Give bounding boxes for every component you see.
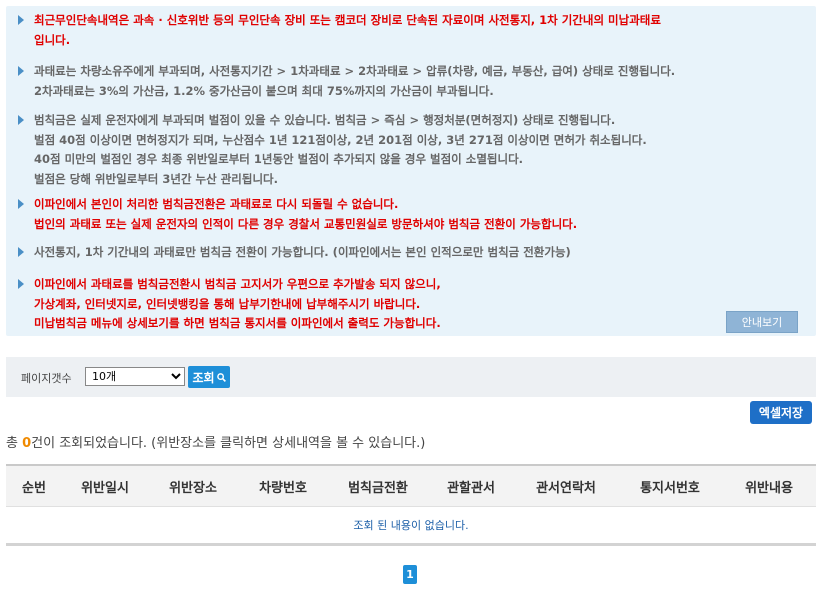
page-size-select[interactable]: 10개 xyxy=(85,367,185,386)
notice-line: 법인의 과태료 또는 실제 운전자의 인적이 다른 경우 경찰서 교통민원실로 … xyxy=(34,216,578,231)
notice-item: 이파인에서 과태료를 범칙금전환시 범칙금 고지서가 우편으로 추가발송 되지 … xyxy=(18,275,441,334)
notice-line: 최근무인단속내역은 과속 · 신호위반 등의 무인단속 장비 또는 캠코더 장비… xyxy=(34,13,661,27)
notice-line: 40점 미만의 벌점인 경우 최종 위반일로부터 1년동안 벌점이 추가되지 않… xyxy=(34,152,524,166)
empty-message: 조회 된 내용이 없습니다. xyxy=(6,507,816,546)
notice-line: 이파인에서 본인이 처리한 범칙금전환은 과태료로 다시 되돌릴 수 없습니다. xyxy=(34,197,399,211)
notice-item: 과태료는 차량소유주에게 부과되며, 사전통지기간 > 1차과태료 > 2차과태… xyxy=(18,62,675,101)
violation-table: 순번 위반일시 위반장소 차량번호 범칙금전환 관할관서 관서연락처 통지서번호… xyxy=(6,464,816,546)
bullet-arrow-icon xyxy=(18,115,24,125)
summary-suffix: 건이 조회되었습니다. (위반장소를 클릭하면 상세내역을 볼 수 있습니다.) xyxy=(31,436,426,451)
query-button[interactable]: 조회 xyxy=(188,366,230,388)
notice-line: 2차과태료는 3%의 가산금, 1.2% 중가산금이 붙으며 최대 75%까지의… xyxy=(34,83,494,98)
notice-item: 이파인에서 본인이 처리한 범칙금전환은 과태료로 다시 되돌릴 수 없습니다.… xyxy=(18,195,577,234)
page-button-current[interactable]: 1 xyxy=(403,565,417,584)
notice-line: 벌점 40점 이상이면 면허정지가 되며, 누산점수 1년 121점이상, 2년… xyxy=(34,132,647,147)
notice-line: 범칙금은 실제 운전자에게 부과되며 벌점이 있을 수 있습니다. 범칙금 > … xyxy=(34,113,616,127)
notice-line: 사전통지, 1차 기간내의 과태료만 범칙금 전환이 가능합니다. (이파인에서… xyxy=(34,245,571,259)
notice-item: 최근무인단속내역은 과속 · 신호위반 등의 무인단속 장비 또는 캠코더 장비… xyxy=(18,11,661,50)
search-icon xyxy=(216,372,226,382)
excel-save-button[interactable]: 엑셀저장 xyxy=(750,401,812,424)
search-bar: 페이지갯수 10개 xyxy=(6,357,816,397)
notice-line: 이파인에서 과태료를 범칙금전환시 범칙금 고지서가 우편으로 추가발송 되지 … xyxy=(34,277,441,291)
col-header-notice-no: 통지서번호 xyxy=(640,480,700,496)
bullet-arrow-icon xyxy=(18,279,24,289)
col-header-vehicle: 차량번호 xyxy=(259,480,307,496)
query-button-label: 조회 xyxy=(192,370,215,385)
bullet-arrow-icon xyxy=(18,66,24,76)
col-header-location: 위반장소 xyxy=(169,480,217,496)
notice-line: 과태료는 차량소유주에게 부과되며, 사전통지기간 > 1차과태료 > 2차과태… xyxy=(34,64,676,78)
result-summary: 총 0건이 조회되었습니다. (위반장소를 클릭하면 상세내역을 볼 수 있습니… xyxy=(6,432,425,451)
bullet-arrow-icon xyxy=(18,199,24,209)
notice-line: 미납범칙금 메뉴에 상세보기를 하면 범칙금 통지서를 이파인에서 출력도 가능… xyxy=(34,316,441,330)
summary-prefix: 총 xyxy=(6,436,23,451)
page-size-label: 페이지갯수 xyxy=(21,372,72,385)
guide-button[interactable]: 안내보기 xyxy=(726,311,798,333)
col-header-office-contact: 관서연락처 xyxy=(536,480,596,496)
table-header-row: 순번 위반일시 위반장소 차량번호 범칙금전환 관할관서 관서연락처 통지서번호… xyxy=(6,464,816,507)
col-header-seq: 순번 xyxy=(22,480,46,496)
notice-item: 사전통지, 1차 기간내의 과태료만 범칙금 전환이 가능합니다. (이파인에서… xyxy=(18,243,571,263)
bullet-arrow-icon xyxy=(18,15,24,25)
result-count: 0 xyxy=(22,436,32,451)
col-header-date: 위반일시 xyxy=(81,480,129,496)
notice-line: 입니다. xyxy=(34,32,71,47)
col-header-office: 관할관서 xyxy=(447,480,495,496)
bullet-arrow-icon xyxy=(18,247,24,257)
notice-line: 벌점은 당해 위반일로부터 3년간 누산 관리됩니다. xyxy=(34,171,278,186)
col-header-violation: 위반내용 xyxy=(745,480,793,496)
col-header-conversion: 범칙금전환 xyxy=(348,480,408,496)
notice-line: 가상계좌, 인터넷지로, 인터넷뱅킹을 통해 납부기한내에 납부해주시기 바랍니… xyxy=(34,296,421,311)
notice-box: 최근무인단속내역은 과속 · 신호위반 등의 무인단속 장비 또는 캠코더 장비… xyxy=(6,6,816,336)
notice-item: 범칙금은 실제 운전자에게 부과되며 벌점이 있을 수 있습니다. 범칙금 > … xyxy=(18,111,647,189)
